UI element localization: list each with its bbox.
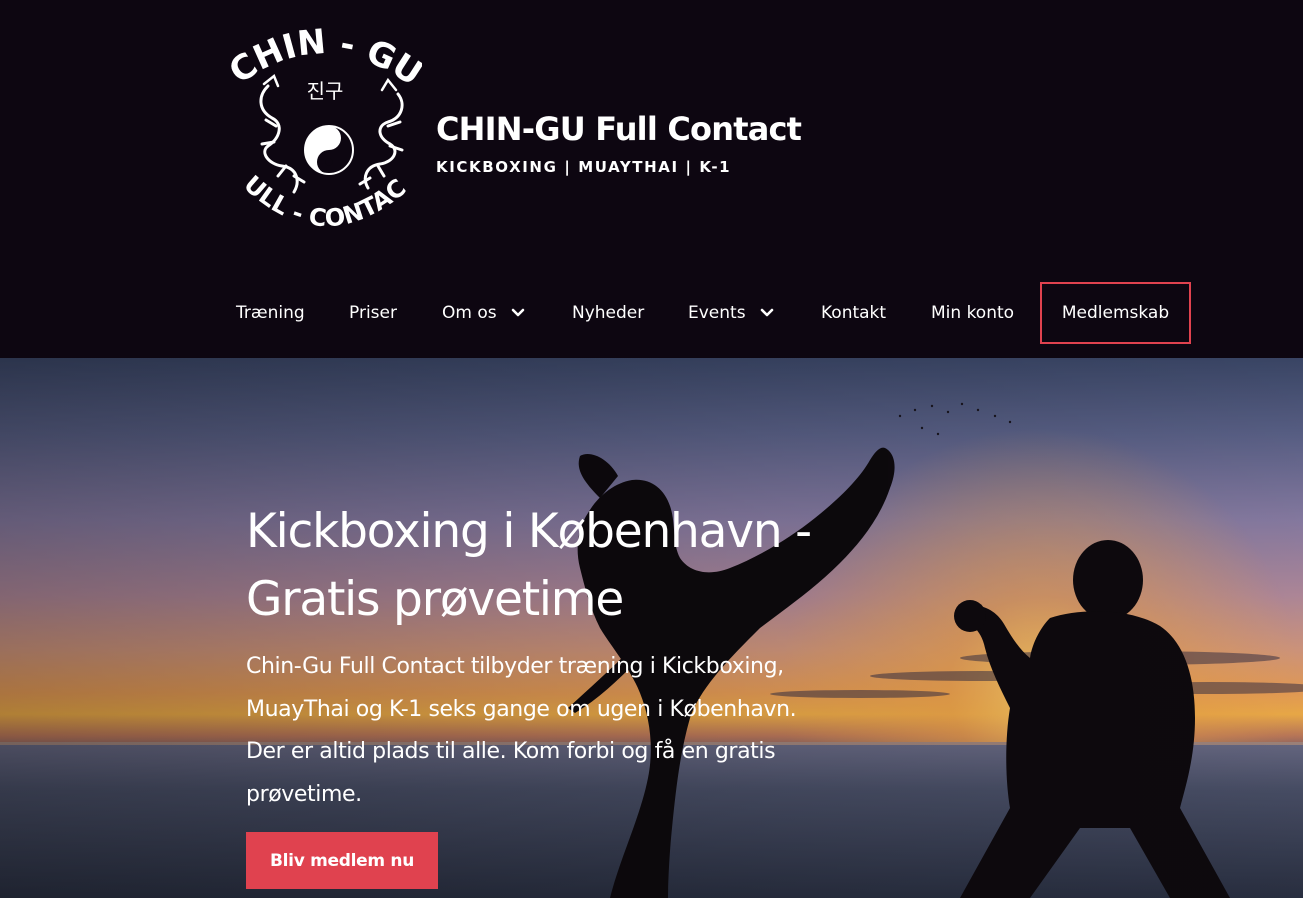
nav-item-label: Events <box>688 303 746 323</box>
nav-item-events[interactable]: Events <box>688 282 774 344</box>
site-header: CHIN - GU 진구 FULL - CONTACT CHIN-GU Full… <box>0 0 1303 358</box>
nav-item-label: Om os <box>442 303 497 323</box>
membership-button[interactable]: Medlemskab <box>1040 282 1191 344</box>
nav-item-nyheder[interactable]: Nyheder <box>572 282 644 344</box>
nav-item-traening[interactable]: Træning <box>236 282 305 344</box>
nav-item-kontakt[interactable]: Kontakt <box>821 282 886 344</box>
logo-korean-text: 진구 <box>307 79 344 103</box>
site-tagline: KICKBOXING | MUAYTHAI | K-1 <box>436 158 732 176</box>
main-nav: Træning Priser Om os Nyheder Events Kont… <box>0 282 1303 344</box>
hero-description: Chin-Gu Full Contact tilbyder træning i … <box>246 654 797 807</box>
chevron-down-icon[interactable] <box>511 306 525 320</box>
nav-item-label: Træning <box>236 303 305 323</box>
hero-heading: Kickboxing i København - Gratis prøvetim… <box>246 504 812 627</box>
become-member-button[interactable]: Bliv medlem nu <box>246 832 438 889</box>
nav-item-label: Nyheder <box>572 303 645 323</box>
site-title[interactable]: CHIN-GU Full Contact <box>436 110 802 148</box>
nav-item-label: Min konto <box>931 303 1015 323</box>
yin-yang-icon <box>304 125 354 175</box>
chevron-down-icon[interactable] <box>760 306 774 320</box>
nav-item-min-konto[interactable]: Min konto <box>931 282 1014 344</box>
nav-item-label: Priser <box>349 303 397 323</box>
nav-item-priser[interactable]: Priser <box>349 282 397 344</box>
nav-item-om-os[interactable]: Om os <box>442 282 525 344</box>
hero-section: Kickboxing i København - Gratis prøvetim… <box>0 358 1303 898</box>
site-logo[interactable]: CHIN - GU 진구 FULL - CONTACT <box>228 26 422 248</box>
nav-item-label: Kontakt <box>821 303 887 323</box>
